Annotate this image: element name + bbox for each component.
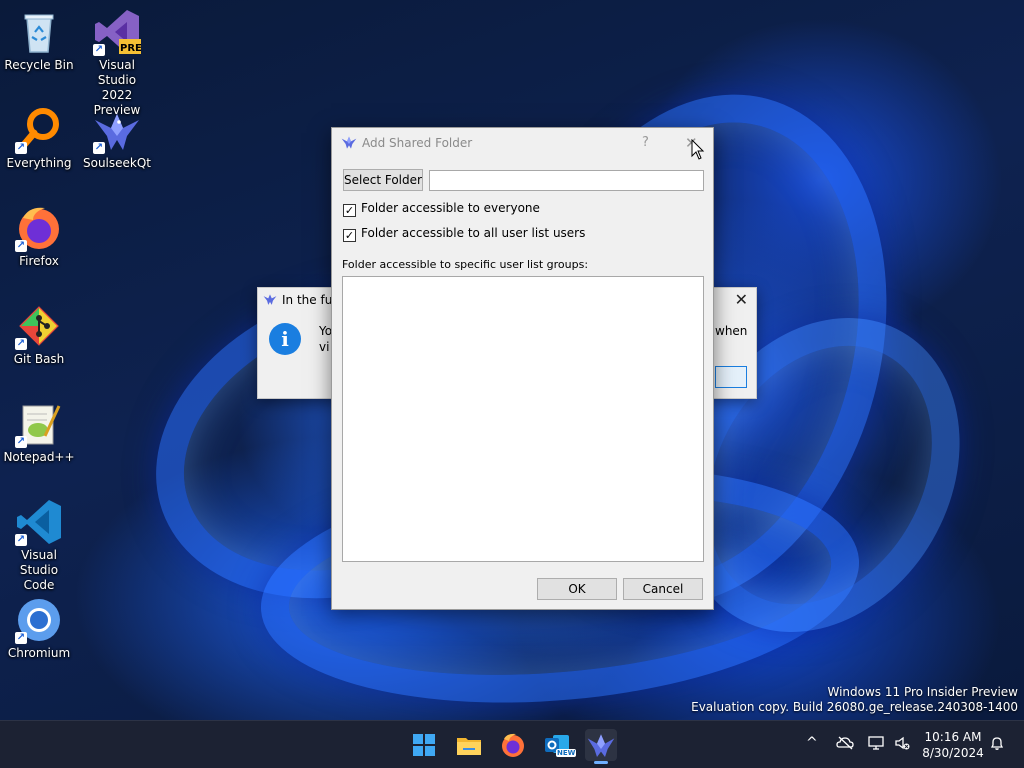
all-users-checkbox-label: Folder accessible to all user list users <box>361 226 586 240</box>
shortcut-arrow-icon: ↗ <box>15 338 27 350</box>
info-dialog-text: vi <box>319 340 330 354</box>
soulseek-bird-icon <box>263 294 277 305</box>
taskbar-soulseekqt[interactable] <box>585 729 617 764</box>
shortcut-arrow-icon: ↗ <box>15 632 27 644</box>
desktop-icon-label: Chromium <box>7 646 71 660</box>
ok-button[interactable]: OK <box>537 578 617 600</box>
desktop-icon-recycle-bin[interactable]: Recycle Bin <box>1 8 77 73</box>
onedrive-offline-icon[interactable] <box>836 735 854 751</box>
groups-label: Folder accessible to specific user list … <box>342 258 589 271</box>
info-dialog-button[interactable] <box>715 366 747 388</box>
desktop-icon-label: Git Bash <box>13 352 65 366</box>
firefox-icon <box>502 733 524 757</box>
windows-watermark: Windows 11 Pro Insider Preview Evaluatio… <box>691 685 1018 715</box>
desktop-icon-label: Notepad++ <box>3 450 75 464</box>
desktop-icon-label: SoulseekQt <box>82 156 151 170</box>
chromium-icon: ↗ <box>15 596 63 644</box>
clock-date: 8/30/2024 <box>922 746 984 760</box>
desktop-icon-git-bash[interactable]: ↗ Git Bash <box>1 302 77 367</box>
shortcut-arrow-icon: ↗ <box>15 436 27 448</box>
notification-bell-icon[interactable] <box>989 735 1005 751</box>
user-groups-list[interactable] <box>342 276 704 562</box>
desktop-icon-chromium[interactable]: ↗ Chromium <box>1 596 77 661</box>
information-icon: i <box>269 323 301 355</box>
desktop-icon-visual-studio-2022[interactable]: PRE ↗ Visual Studio 2022 Preview <box>79 8 155 118</box>
active-indicator <box>594 761 608 764</box>
tray-overflow-chevron-icon[interactable]: ^ <box>806 735 818 751</box>
volume-muted-icon[interactable] <box>894 735 910 751</box>
everyone-checkbox-label: Folder accessible to everyone <box>361 201 540 215</box>
clock-time: 10:16 AM <box>924 730 982 744</box>
folder-path-input[interactable] <box>429 170 704 191</box>
taskbar-outlook-new[interactable]: NEW <box>541 729 577 761</box>
dialog-title: Add Shared Folder <box>362 136 473 150</box>
firefox-icon: ↗ <box>15 204 63 252</box>
desktop-icon-everything[interactable]: ↗ Everything <box>1 106 77 171</box>
pre-badge: PRE <box>120 43 142 54</box>
visual-studio-icon: PRE ↗ <box>93 8 142 56</box>
vscode-icon: ↗ <box>15 498 63 546</box>
desktop-icon-firefox[interactable]: ↗ Firefox <box>1 204 77 269</box>
all-users-checkbox[interactable]: ✓ <box>343 229 356 242</box>
windows-start-icon <box>413 734 435 756</box>
soulseek-bird-icon: ↗ <box>93 106 141 154</box>
network-icon[interactable] <box>868 735 886 751</box>
desktop-icon-label: Firefox <box>19 254 59 268</box>
soulseek-bird-icon <box>587 734 615 757</box>
desktop-icon-notepad-plus-plus[interactable]: ↗ Notepad++ <box>1 400 77 465</box>
desktop-icon-vscode[interactable]: ↗ Visual Studio Code <box>1 498 77 593</box>
recycle-bin-icon <box>15 8 63 56</box>
all-users-checkbox-row[interactable]: ✓ Folder accessible to all user list user… <box>343 226 585 242</box>
taskbar-file-explorer[interactable] <box>453 729 485 761</box>
desktop-icon-label: Everything <box>6 156 72 170</box>
shortcut-arrow-icon: ↗ <box>15 142 27 154</box>
shortcut-arrow-icon: ↗ <box>15 534 27 546</box>
watermark-line: Windows 11 Pro Insider Preview <box>827 685 1018 699</box>
mouse-cursor-icon <box>691 139 705 160</box>
select-folder-button[interactable]: Select Folder <box>343 169 423 191</box>
system-clock[interactable]: 10:16 AM 8/30/2024 <box>918 729 988 761</box>
everything-magnifier-icon: ↗ <box>15 106 63 154</box>
folder-icon <box>457 738 481 755</box>
desktop-icon-soulseekqt[interactable]: ↗ SoulseekQt <box>79 106 155 171</box>
shortcut-arrow-icon: ↗ <box>93 44 105 56</box>
taskbar-firefox[interactable] <box>497 729 529 761</box>
cancel-button[interactable]: Cancel <box>623 578 703 600</box>
info-dialog-text: when <box>715 324 748 338</box>
dialog-titlebar[interactable]: Add Shared Folder ? ✕ <box>332 128 713 158</box>
shortcut-arrow-icon: ↗ <box>93 142 105 154</box>
new-badge: NEW <box>556 749 577 757</box>
taskbar: NEW ^ 10:16 AM 8/30/2024 <box>0 720 1024 768</box>
start-button[interactable] <box>408 729 440 761</box>
soulseek-bird-icon <box>341 136 357 149</box>
desktop-icon-label: Visual Studio <box>19 548 59 577</box>
help-button[interactable]: ? <box>642 135 649 150</box>
desktop-icon-label: Recycle Bin <box>4 58 74 72</box>
watermark-line: Evaluation copy. Build 26080.ge_release.… <box>691 700 1018 714</box>
everyone-checkbox[interactable]: ✓ <box>343 204 356 217</box>
desktop-icon-label: Visual Studio <box>97 58 137 87</box>
desktop: Recycle Bin PRE ↗ Visual Studio 2022 Pre… <box>0 0 1024 720</box>
shortcut-arrow-icon: ↗ <box>15 240 27 252</box>
notepad-plus-plus-icon: ↗ <box>15 400 63 448</box>
desktop-icon-label: Code <box>23 578 55 592</box>
info-dialog-close-button[interactable]: ✕ <box>735 290 748 309</box>
git-bash-icon: ↗ <box>15 302 63 350</box>
everyone-checkbox-row[interactable]: ✓ Folder accessible to everyone <box>343 201 540 217</box>
add-shared-folder-dialog: Add Shared Folder ? ✕ Select Folder ✓ Fol… <box>331 127 714 610</box>
